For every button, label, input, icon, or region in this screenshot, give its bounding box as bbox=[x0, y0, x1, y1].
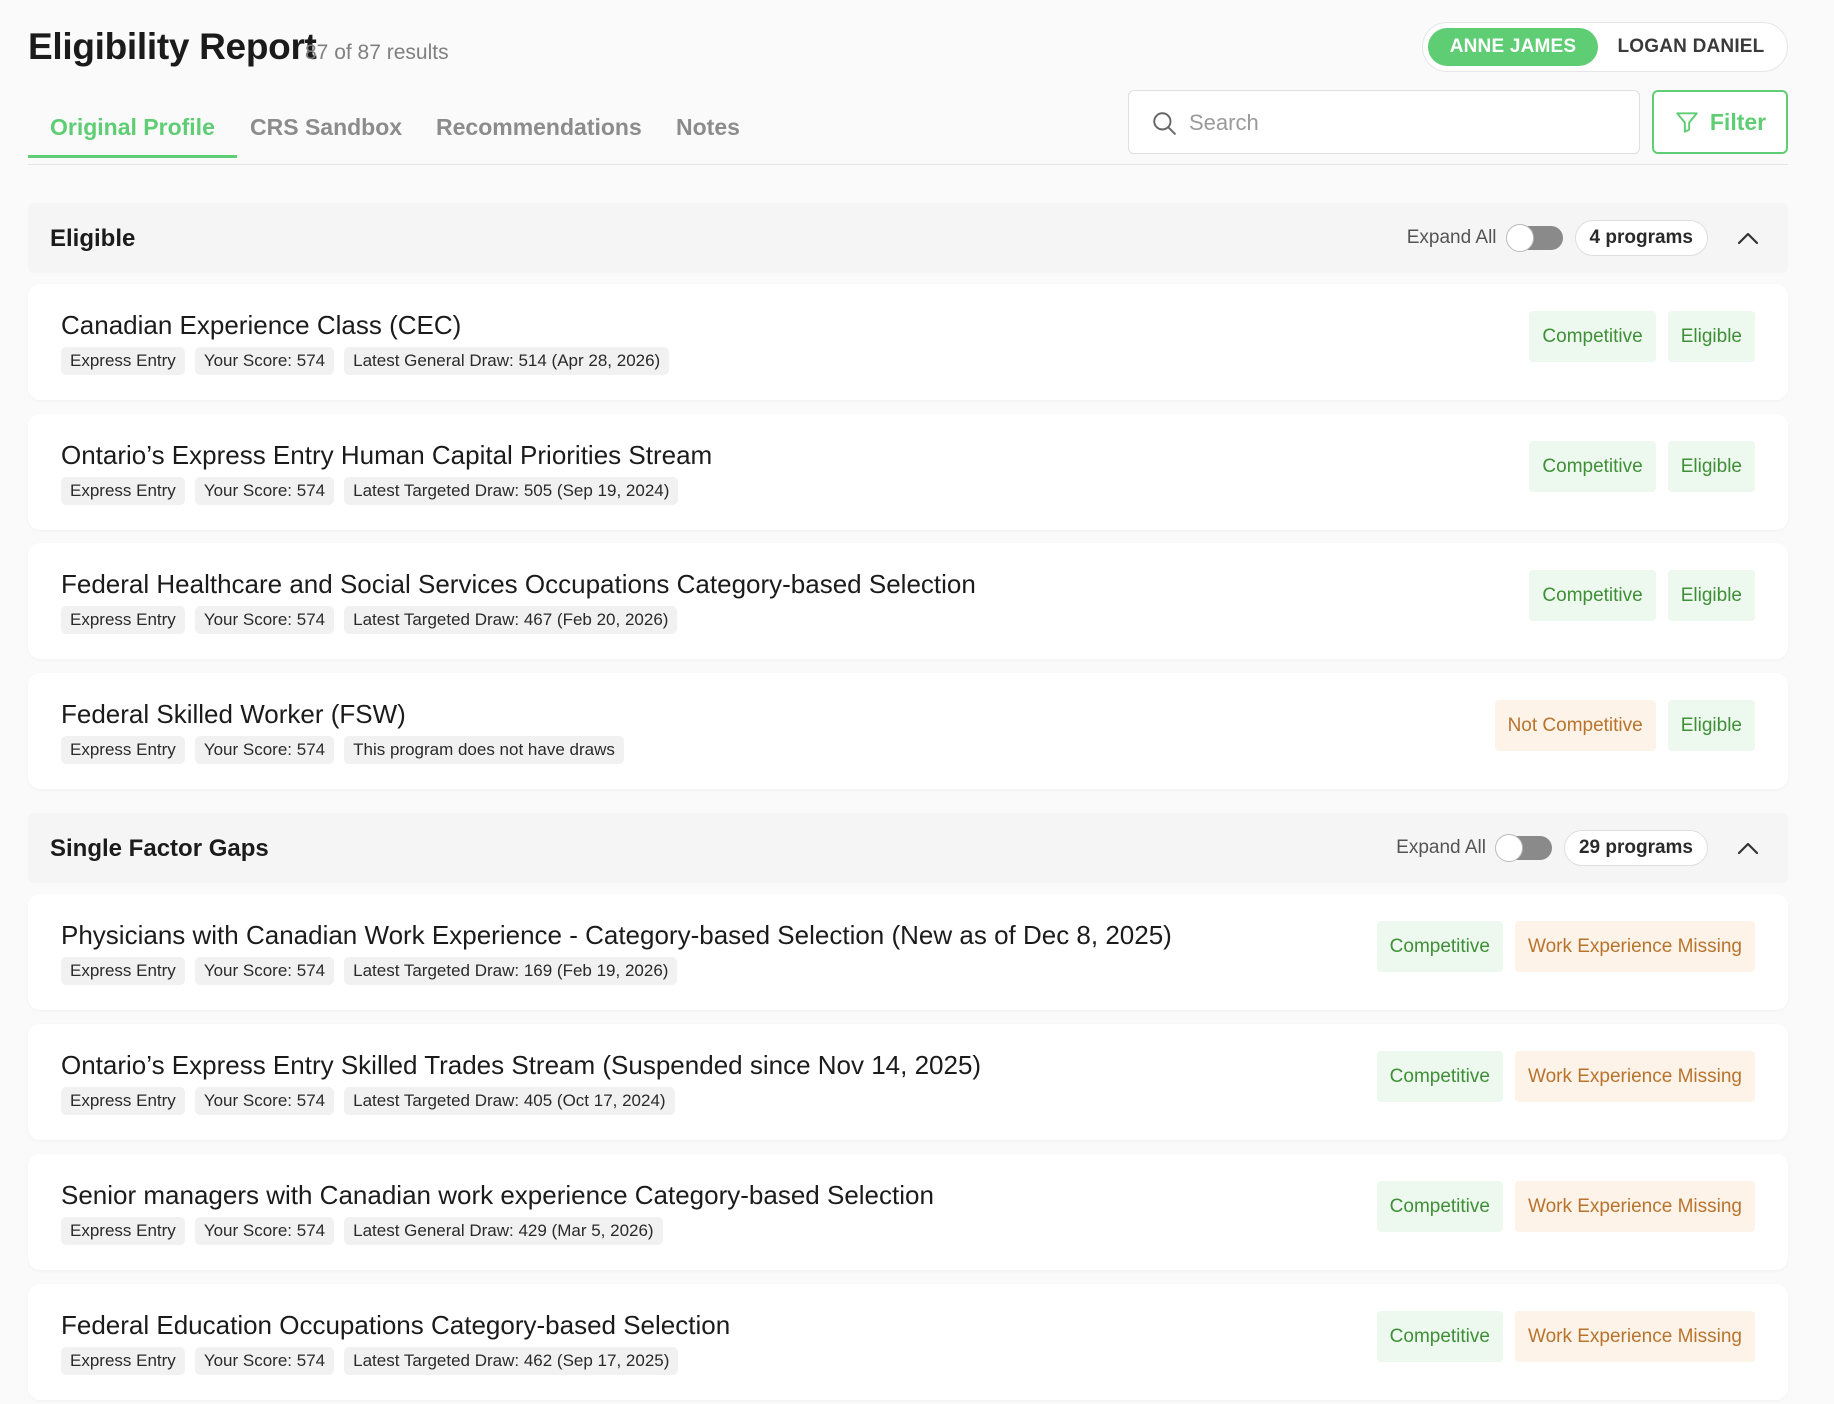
draw-chip: Latest General Draw: 429 (Mar 5, 2026) bbox=[344, 1217, 663, 1245]
gap-badge: Work Experience Missing bbox=[1514, 1181, 1755, 1232]
draw-chip: Latest Targeted Draw: 467 (Feb 20, 2026) bbox=[344, 606, 678, 634]
program-type-chip: Express Entry bbox=[61, 736, 185, 764]
competitiveness-badge: Competitive bbox=[1376, 1181, 1503, 1232]
program-title: Federal Skilled Worker (FSW) bbox=[61, 699, 406, 729]
program-card[interactable]: Federal Education Occupations Category-b… bbox=[28, 1284, 1788, 1400]
competitiveness-badge: Competitive bbox=[1529, 441, 1656, 492]
section-title: Single Factor Gaps bbox=[50, 835, 269, 862]
score-chip: Your Score: 574 bbox=[194, 1217, 335, 1245]
program-count-badge: 4 programs bbox=[1574, 220, 1708, 256]
collapse-section-button[interactable] bbox=[1730, 830, 1766, 866]
competitiveness-badge: Not Competitive bbox=[1494, 700, 1656, 751]
program-title: Senior managers with Canadian work exper… bbox=[61, 1180, 934, 1210]
program-card[interactable]: Federal Healthcare and Social Services O… bbox=[28, 543, 1788, 659]
eligibility-badge: Eligible bbox=[1667, 311, 1755, 362]
program-type-chip: Express Entry bbox=[61, 477, 185, 505]
competitiveness-badge: Competitive bbox=[1529, 570, 1656, 621]
competitiveness-badge: Competitive bbox=[1376, 1311, 1503, 1362]
collapse-section-button[interactable] bbox=[1730, 220, 1766, 256]
tab-original-profile[interactable]: Original Profile bbox=[28, 104, 237, 158]
user-switcher: ANNE JAMES LOGAN DANIEL bbox=[1422, 22, 1788, 72]
filter-label: Filter bbox=[1709, 108, 1767, 135]
result-count: 87 of 87 results bbox=[305, 41, 449, 64]
score-chip: Your Score: 574 bbox=[194, 1087, 335, 1115]
program-type-chip: Express Entry bbox=[61, 606, 185, 634]
filter-button[interactable]: Filter bbox=[1652, 90, 1788, 154]
filter-icon bbox=[1676, 112, 1698, 133]
section-header-eligible: Eligible Expand All 4 programs bbox=[28, 203, 1788, 273]
draw-chip: Latest Targeted Draw: 405 (Oct 17, 2024) bbox=[344, 1087, 675, 1115]
program-title: Federal Healthcare and Social Services O… bbox=[61, 569, 976, 599]
program-type-chip: Express Entry bbox=[61, 1217, 185, 1245]
draw-chip: This program does not have draws bbox=[344, 736, 624, 764]
section-title: Eligible bbox=[50, 225, 136, 252]
program-type-chip: Express Entry bbox=[61, 1347, 185, 1375]
gap-badge: Work Experience Missing bbox=[1514, 1051, 1755, 1102]
page-header: Eligibility Report 87 of 87 results ANNE… bbox=[28, 0, 1788, 166]
section-header-single-factor-gaps: Single Factor Gaps Expand All 29 program… bbox=[28, 813, 1788, 883]
competitiveness-badge: Competitive bbox=[1376, 921, 1503, 972]
page-title: Eligibility Report bbox=[28, 26, 317, 67]
eligibility-badge: Eligible bbox=[1667, 700, 1755, 751]
draw-chip: Latest Targeted Draw: 169 (Feb 19, 2026) bbox=[344, 957, 678, 985]
gap-badge: Work Experience Missing bbox=[1514, 921, 1755, 972]
draw-chip: Latest General Draw: 514 (Apr 28, 2026) bbox=[344, 347, 670, 375]
program-card[interactable]: Ontario’s Express Entry Skilled Trades S… bbox=[28, 1024, 1788, 1140]
eligibility-badge: Eligible bbox=[1667, 441, 1755, 492]
program-card[interactable]: Ontario’s Express Entry Human Capital Pr… bbox=[28, 414, 1788, 530]
program-title: Ontario’s Express Entry Skilled Trades S… bbox=[61, 1050, 982, 1080]
program-type-chip: Express Entry bbox=[61, 347, 185, 375]
program-title: Ontario’s Express Entry Human Capital Pr… bbox=[61, 440, 713, 470]
user-option-anne-james[interactable]: ANNE JAMES bbox=[1428, 28, 1598, 66]
program-type-chip: Express Entry bbox=[61, 957, 185, 985]
tab-notes[interactable]: Notes bbox=[676, 104, 740, 158]
user-option-logan-daniel[interactable]: LOGAN DANIEL bbox=[1601, 28, 1781, 66]
competitiveness-badge: Competitive bbox=[1376, 1051, 1503, 1102]
search-box bbox=[1128, 90, 1640, 154]
gap-badge: Work Experience Missing bbox=[1514, 1311, 1755, 1362]
program-title: Canadian Experience Class (CEC) bbox=[61, 310, 462, 340]
program-title: Physicians with Canadian Work Experience… bbox=[61, 920, 1172, 950]
tab-crs-sandbox[interactable]: CRS Sandbox bbox=[250, 104, 402, 158]
score-chip: Your Score: 574 bbox=[194, 957, 335, 985]
tab-divider bbox=[28, 164, 1788, 165]
score-chip: Your Score: 574 bbox=[194, 477, 335, 505]
score-chip: Your Score: 574 bbox=[194, 347, 335, 375]
score-chip: Your Score: 574 bbox=[194, 606, 335, 634]
program-card[interactable]: Federal Skilled Worker (FSW) Express Ent… bbox=[28, 673, 1788, 789]
program-type-chip: Express Entry bbox=[61, 1087, 185, 1115]
chevron-up-icon bbox=[1737, 232, 1759, 245]
score-chip: Your Score: 574 bbox=[194, 736, 335, 764]
program-card[interactable]: Senior managers with Canadian work exper… bbox=[28, 1154, 1788, 1270]
program-card[interactable]: Physicians with Canadian Work Experience… bbox=[28, 894, 1788, 1010]
competitiveness-badge: Competitive bbox=[1529, 311, 1656, 362]
program-title: Federal Education Occupations Category-b… bbox=[61, 1310, 731, 1340]
eligibility-badge: Eligible bbox=[1667, 570, 1755, 621]
draw-chip: Latest Targeted Draw: 462 (Sep 17, 2025) bbox=[344, 1347, 679, 1375]
search-input[interactable] bbox=[1189, 103, 1619, 143]
tab-recommendations[interactable]: Recommendations bbox=[436, 104, 642, 158]
expand-all-toggle[interactable] bbox=[1505, 224, 1563, 252]
program-count-badge: 29 programs bbox=[1563, 830, 1708, 866]
draw-chip: Latest Targeted Draw: 505 (Sep 19, 2024) bbox=[344, 477, 679, 505]
expand-all-toggle[interactable] bbox=[1494, 834, 1552, 862]
search-icon bbox=[1153, 112, 1176, 135]
expand-all-label: Expand All bbox=[1396, 837, 1486, 858]
expand-all-label: Expand All bbox=[1406, 227, 1497, 248]
chevron-up-icon bbox=[1737, 842, 1759, 855]
score-chip: Your Score: 574 bbox=[194, 1347, 335, 1375]
program-card[interactable]: Canadian Experience Class (CEC) Express … bbox=[28, 284, 1788, 400]
